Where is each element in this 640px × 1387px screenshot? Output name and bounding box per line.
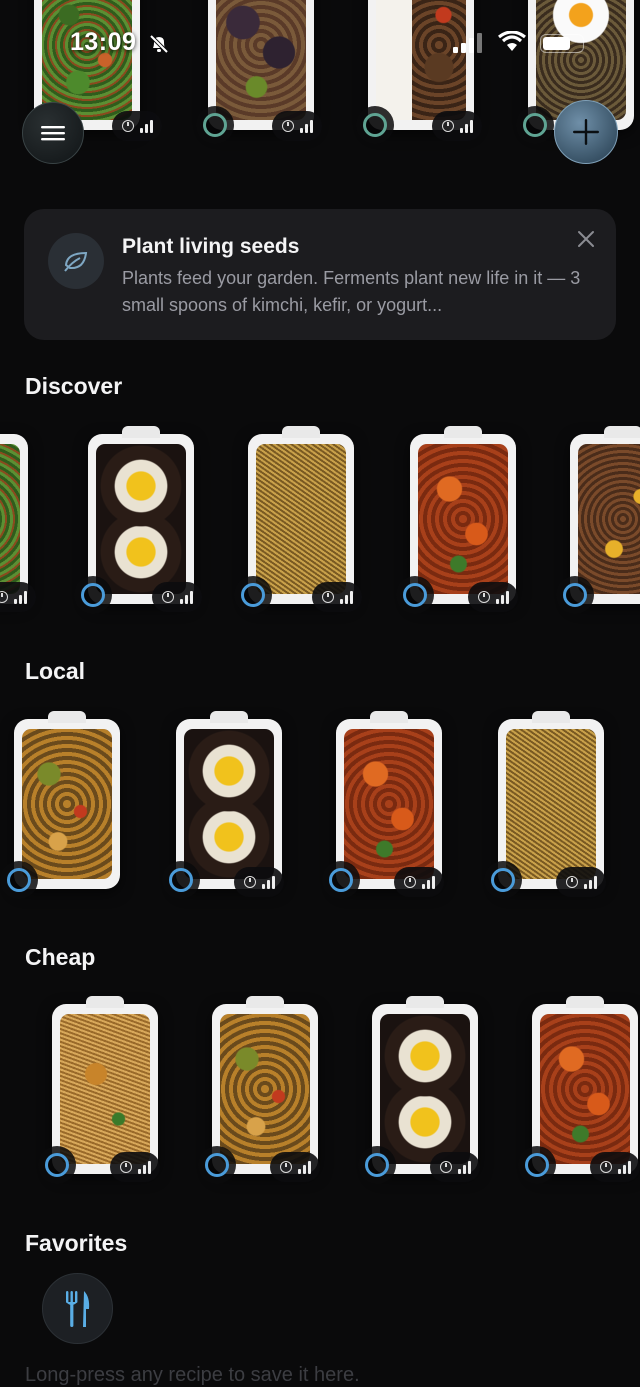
difficulty-bars-icon: [618, 1160, 631, 1174]
recipe-meta: [110, 1152, 160, 1182]
battery-icon: [540, 34, 584, 53]
recipe-meta: [432, 111, 482, 141]
progress-ring: [518, 1146, 556, 1184]
recipe-meta: [0, 582, 36, 612]
progress-ring: [198, 1146, 236, 1184]
recipe-meta: [312, 582, 362, 612]
clock-icon: [322, 591, 334, 603]
recipe-meta: [556, 867, 606, 897]
section-title-cheap: Cheap: [25, 944, 96, 970]
clock-icon: [566, 876, 578, 888]
difficulty-bars-icon: [180, 590, 193, 604]
recipe-meta: [270, 1152, 320, 1182]
progress-ring: [356, 106, 394, 144]
progress-ring: [516, 106, 554, 144]
recipe-card[interactable]: [162, 711, 294, 899]
recipe-meta: [152, 582, 202, 612]
recipe-card[interactable]: [474, 703, 628, 909]
recipe-card[interactable]: [356, 0, 486, 144]
close-icon[interactable]: [576, 229, 596, 249]
difficulty-bars-icon: [460, 119, 473, 133]
clock-icon: [244, 876, 256, 888]
recipe-card[interactable]: [518, 996, 640, 1184]
recipe-card[interactable]: [556, 426, 640, 614]
progress-ring: [162, 861, 200, 899]
banner-body: Plants feed your garden. Ferments plant …: [122, 268, 581, 315]
difficulty-bars-icon: [138, 1160, 151, 1174]
leaf-icon: [64, 251, 88, 272]
section-title-local: Local: [25, 658, 86, 684]
progress-ring: [556, 576, 594, 614]
wifi-icon: [498, 31, 526, 51]
clock-icon: [478, 591, 490, 603]
recipe-card[interactable]: [74, 426, 206, 614]
recipe-card[interactable]: [196, 0, 326, 144]
leaf-badge: [48, 233, 104, 289]
recipe-meta: [112, 111, 162, 141]
progress-ring: [396, 576, 434, 614]
difficulty-bars-icon: [422, 875, 435, 889]
recipe-meta: [430, 1152, 480, 1182]
progress-ring: [484, 861, 522, 899]
difficulty-bars-icon: [140, 119, 153, 133]
clock-icon: [282, 120, 294, 132]
recipe-card[interactable]: [38, 996, 170, 1184]
plus-icon: [573, 119, 599, 145]
recipe-card[interactable]: [188, 988, 342, 1194]
recipe-meta: [234, 867, 284, 897]
status-time: 13:09: [70, 28, 137, 56]
recipe-card[interactable]: [396, 426, 528, 614]
recipe-card[interactable]: [0, 430, 40, 612]
tip-banner[interactable]: Plant living seeds Plants feed your gard…: [24, 209, 616, 340]
difficulty-bars-icon: [584, 875, 597, 889]
recipe-meta: [272, 111, 322, 141]
progress-ring: [234, 576, 272, 614]
progress-ring: [196, 106, 234, 144]
recipe-card[interactable]: [358, 996, 490, 1184]
section-title-discover: Discover: [25, 373, 123, 399]
fork-knife-icon: [65, 1290, 89, 1327]
recipe-meta: [394, 867, 444, 897]
progress-ring: [322, 861, 360, 899]
difficulty-bars-icon: [340, 590, 353, 604]
recipe-card[interactable]: [0, 703, 144, 909]
difficulty-bars-icon: [298, 1160, 311, 1174]
progress-ring: [358, 1146, 396, 1184]
add-recipe-button[interactable]: [554, 100, 618, 164]
progress-ring: [0, 861, 38, 899]
clock-icon: [600, 1161, 612, 1173]
difficulty-bars-icon: [14, 590, 27, 604]
section-title-favorites: Favorites: [25, 1230, 128, 1256]
recipe-card[interactable]: [224, 418, 378, 624]
clock-icon: [404, 876, 416, 888]
progress-ring: [38, 1146, 76, 1184]
clock-icon: [162, 591, 174, 603]
favorites-hint: Long-press any recipe to save it here.: [25, 1364, 360, 1386]
clock-icon: [440, 1161, 452, 1173]
clock-icon: [442, 120, 454, 132]
difficulty-bars-icon: [262, 875, 275, 889]
signal-icon: [453, 33, 482, 53]
progress-ring: [74, 576, 112, 614]
menu-button[interactable]: [22, 102, 84, 164]
recipe-meta: [590, 1152, 640, 1182]
menu-icon: [41, 126, 65, 141]
clock-icon: [0, 591, 8, 603]
recipe-meta: [468, 582, 518, 612]
difficulty-bars-icon: [458, 1160, 471, 1174]
clock-icon: [280, 1161, 292, 1173]
banner-title: Plant living seeds: [122, 235, 300, 258]
clock-icon: [122, 120, 134, 132]
favorites-placeholder[interactable]: [42, 1273, 113, 1344]
recipe-card[interactable]: [322, 711, 454, 899]
clock-icon: [120, 1161, 132, 1173]
bell-slash-icon: [149, 34, 169, 54]
difficulty-bars-icon: [300, 119, 313, 133]
difficulty-bars-icon: [496, 590, 509, 604]
